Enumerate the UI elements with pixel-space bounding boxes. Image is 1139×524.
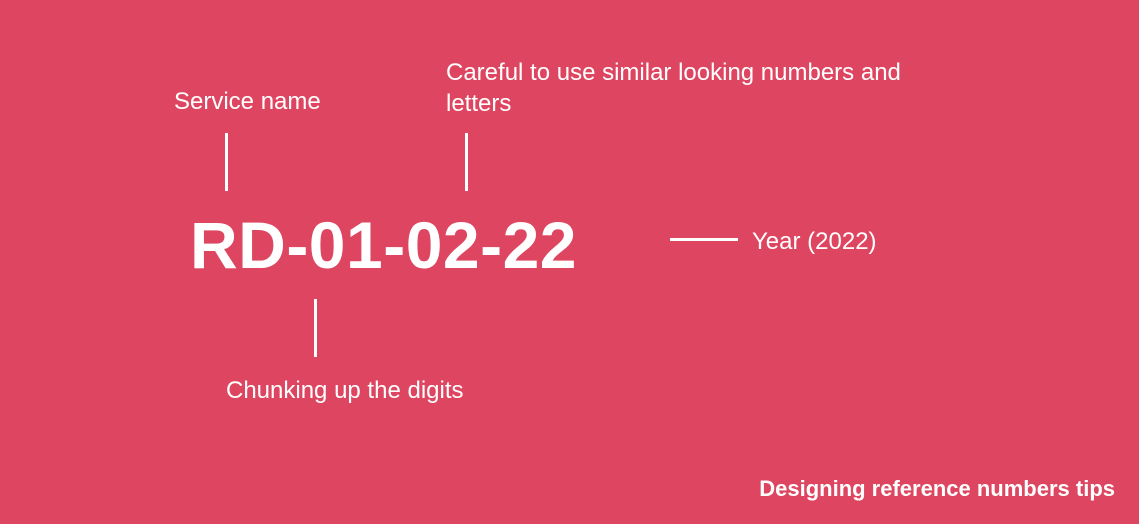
reference-number: RD-01-02-22 xyxy=(190,207,577,283)
annotation-careful-similar: Careful to use similar looking numbers a… xyxy=(446,57,936,119)
annotation-chunking: Chunking up the digits xyxy=(226,375,464,406)
annotation-service-name: Service name xyxy=(174,86,321,117)
diagram-caption: Designing reference numbers tips xyxy=(759,476,1115,502)
pointer-line-careful xyxy=(465,133,468,191)
pointer-line-chunking xyxy=(314,299,317,357)
pointer-line-year xyxy=(670,238,738,241)
pointer-line-service xyxy=(225,133,228,191)
annotation-year: Year (2022) xyxy=(752,226,877,257)
